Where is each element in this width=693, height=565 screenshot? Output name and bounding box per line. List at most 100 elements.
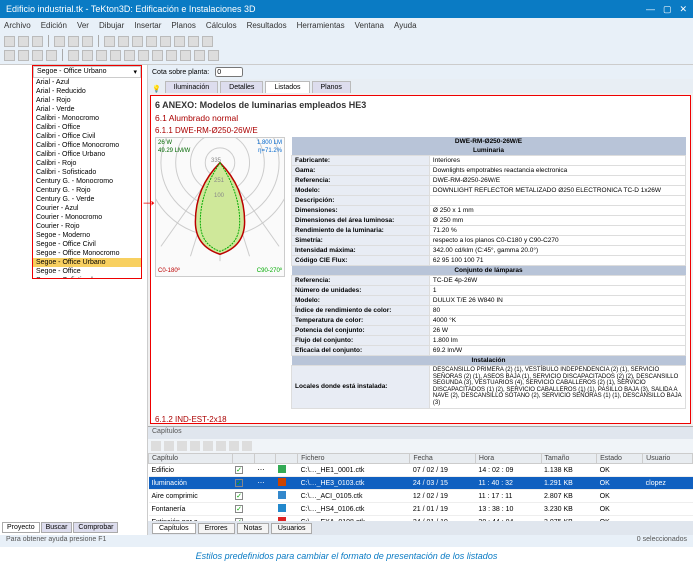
style-option[interactable]: Calibri - Office: [33, 123, 141, 132]
style-option[interactable]: Segoe - Office: [33, 267, 141, 276]
toolbar-button[interactable]: [68, 50, 79, 61]
toolbar-button[interactable]: [4, 36, 15, 47]
tab-notas[interactable]: Notas: [237, 523, 269, 534]
toolbar-button[interactable]: [104, 36, 115, 47]
toolbar-button[interactable]: [4, 50, 15, 61]
style-option[interactable]: Calibri - Monocromo: [33, 114, 141, 123]
toolbar-button[interactable]: [152, 50, 163, 61]
toolbar-button[interactable]: [177, 441, 187, 451]
tab-listados[interactable]: Listados: [265, 81, 309, 93]
tab-errores[interactable]: Errores: [198, 523, 235, 534]
column-header[interactable]: Capítulo: [149, 454, 233, 464]
tab-capitulos[interactable]: Capítulos: [152, 523, 196, 534]
toolbar-button[interactable]: [164, 441, 174, 451]
tab-detalles[interactable]: Detalles: [220, 81, 263, 93]
toolbar-button[interactable]: [188, 36, 199, 47]
toolbar-button[interactable]: [146, 36, 157, 47]
toolbar-button[interactable]: [160, 36, 171, 47]
tab-planos[interactable]: Planos: [312, 81, 351, 93]
menu-ver[interactable]: Ver: [77, 21, 89, 30]
toolbar-button[interactable]: [194, 50, 205, 61]
style-option[interactable]: Calibri - Sofisticado: [33, 168, 141, 177]
menu-ayuda[interactable]: Ayuda: [394, 21, 417, 30]
chapter-row[interactable]: Edificio✓⋯C:\…_HE1_0001.ctk07 / 02 / 191…: [149, 464, 693, 477]
style-option[interactable]: Century G. - Verde: [33, 195, 141, 204]
toolbar-button[interactable]: [180, 50, 191, 61]
toolbar-button[interactable]: [46, 50, 57, 61]
toolbar-button[interactable]: [110, 50, 121, 61]
menu-edicion[interactable]: Edición: [41, 21, 67, 30]
toolbar-button[interactable]: [203, 441, 213, 451]
style-option[interactable]: Arial - Reducido: [33, 87, 141, 96]
chapter-row[interactable]: Iluminación✓⋯C:\…_HE3_0103.ctk24 / 03 / …: [149, 477, 693, 490]
menu-archivo[interactable]: Archivo: [4, 21, 31, 30]
menu-insertar[interactable]: Insertar: [134, 21, 161, 30]
style-option[interactable]: Segoe - Office Urbano: [33, 258, 141, 267]
toolbar-button[interactable]: [68, 36, 79, 47]
column-header[interactable]: Estado: [597, 454, 643, 464]
toolbar-button[interactable]: [216, 441, 226, 451]
check-icon[interactable]: ✓: [235, 492, 243, 500]
tab-usuarios[interactable]: Usuarios: [271, 523, 313, 534]
column-header[interactable]: Tamaño: [541, 454, 597, 464]
tab-proyecto[interactable]: Proyecto: [2, 522, 40, 533]
column-header[interactable]: [254, 454, 275, 464]
tab-iluminacion[interactable]: Iluminación: [165, 81, 218, 93]
style-option[interactable]: Segoe - Office Civil: [33, 240, 141, 249]
check-icon[interactable]: ✓: [235, 466, 243, 474]
style-option[interactable]: Century G. - Monocromo: [33, 177, 141, 186]
column-header[interactable]: Fichero: [298, 454, 410, 464]
toolbar-button[interactable]: [18, 36, 29, 47]
chapter-row[interactable]: Fontanería✓C:\…_HS4_0106.ctk21 / 01 / 19…: [149, 503, 693, 516]
column-header[interactable]: [232, 454, 254, 464]
toolbar-button[interactable]: [124, 50, 135, 61]
style-option[interactable]: Courier - Monocromo: [33, 213, 141, 222]
toolbar-button[interactable]: [82, 50, 93, 61]
style-option[interactable]: Calibri - Office Urbano: [33, 150, 141, 159]
toolbar-button[interactable]: [242, 441, 252, 451]
toolbar-button[interactable]: [32, 36, 43, 47]
style-option[interactable]: Courier - Rojo: [33, 222, 141, 231]
column-header[interactable]: Hora: [475, 454, 541, 464]
check-icon[interactable]: ✓: [235, 479, 243, 487]
menu-calculos[interactable]: Cálculos: [206, 21, 237, 30]
style-option[interactable]: Arial - Verde: [33, 105, 141, 114]
column-header[interactable]: Fecha: [410, 454, 476, 464]
style-dropdown[interactable]: Segoe - Office Urbano ▾ Arial - AzulAria…: [32, 65, 142, 279]
check-icon[interactable]: ✓: [235, 505, 243, 513]
close-button[interactable]: ✕: [679, 4, 687, 15]
floor-input[interactable]: [215, 67, 243, 77]
toolbar-button[interactable]: [18, 50, 29, 61]
chevron-down-icon[interactable]: ▾: [133, 68, 137, 76]
style-option[interactable]: Arial - Rojo: [33, 96, 141, 105]
style-option[interactable]: Arial - Azul: [33, 78, 141, 87]
style-option[interactable]: Segoe - Sofisticado: [33, 276, 141, 278]
maximize-button[interactable]: ▢: [663, 4, 672, 15]
toolbar-button[interactable]: [190, 441, 200, 451]
toolbar-button[interactable]: [202, 36, 213, 47]
menu-herramientas[interactable]: Herramientas: [297, 21, 345, 30]
column-header[interactable]: Usuario: [643, 454, 693, 464]
toolbar-button[interactable]: [96, 50, 107, 61]
toolbar-button[interactable]: [166, 50, 177, 61]
style-option[interactable]: Segoe - Moderno: [33, 231, 141, 240]
toolbar-button[interactable]: [208, 50, 219, 61]
toolbar-button[interactable]: [229, 441, 239, 451]
menu-dibujar[interactable]: Dibujar: [99, 21, 124, 30]
menu-resultados[interactable]: Resultados: [247, 21, 287, 30]
toolbar-button[interactable]: [32, 50, 43, 61]
tab-comprobar[interactable]: Comprobar: [73, 522, 118, 533]
style-option[interactable]: Segoe - Office Monocromo: [33, 249, 141, 258]
style-option[interactable]: Century G. - Rojo: [33, 186, 141, 195]
column-header[interactable]: [275, 454, 297, 464]
menu-ventana[interactable]: Ventana: [355, 21, 384, 30]
toolbar-button[interactable]: [132, 36, 143, 47]
toolbar-button[interactable]: [138, 50, 149, 61]
toolbar-button[interactable]: [54, 36, 65, 47]
tab-buscar[interactable]: Buscar: [41, 522, 73, 533]
style-option[interactable]: Calibri - Rojo: [33, 159, 141, 168]
chapter-row[interactable]: Aire comprimic✓C:\…_ACI_0105.ctk12 / 02 …: [149, 490, 693, 503]
style-option[interactable]: Courier - Azul: [33, 204, 141, 213]
toolbar-button[interactable]: [151, 441, 161, 451]
toolbar-button[interactable]: [174, 36, 185, 47]
